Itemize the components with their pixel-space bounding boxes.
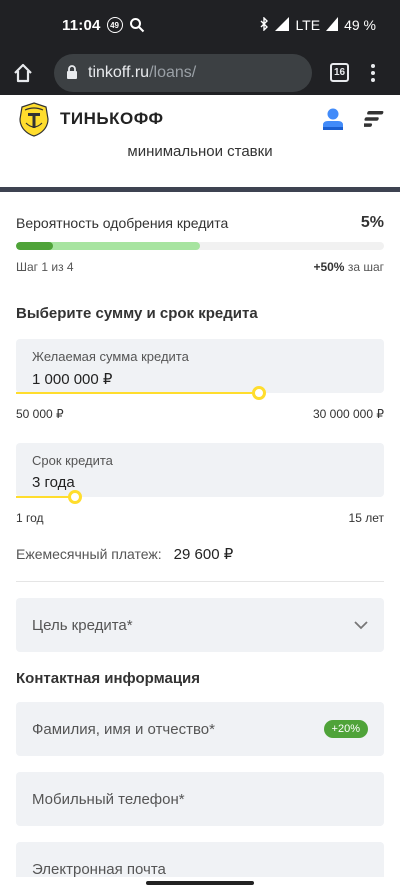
chevron-down-icon[interactable] bbox=[354, 620, 368, 630]
monthly-payment-label: Ежемесячный платеж: bbox=[16, 546, 162, 562]
approval-progress-bar bbox=[16, 242, 384, 250]
email-placeholder: Электронная почта bbox=[32, 860, 166, 878]
loan-form: Вероятность одобрения кредита 5% Шаг 1 и… bbox=[0, 214, 400, 889]
loan-term-field[interactable]: Срок кредита 3 года bbox=[16, 443, 384, 504]
loan-amount-field[interactable]: Желаемая сумма кредита 1 000 000 ₽ bbox=[16, 339, 384, 400]
brand-name[interactable]: ТИНЬКОФФ bbox=[60, 109, 164, 129]
fullname-placeholder: Фамилия, имя и отчество* bbox=[32, 720, 215, 738]
site-header: ТИНЬКОФФ bbox=[0, 95, 400, 143]
step-bonus: +50% за шаг bbox=[313, 260, 384, 274]
loan-amount-range: 50 000 ₽ 30 000 000 ₽ bbox=[16, 407, 384, 421]
loan-term-max: 15 лет bbox=[348, 511, 384, 525]
url-path: /loans/ bbox=[149, 63, 197, 81]
hamburger-icon[interactable] bbox=[364, 110, 384, 128]
loan-amount-label: Желаемая сумма кредита bbox=[32, 349, 189, 364]
lock-icon bbox=[66, 65, 78, 80]
status-time: 11:04 bbox=[62, 16, 101, 34]
loan-section-title: Выберите сумму и срок кредита bbox=[16, 305, 258, 322]
tab-switcher-button[interactable]: 16 bbox=[330, 63, 349, 82]
fullname-field[interactable]: Фамилия, имя и отчество* +20% bbox=[16, 702, 384, 756]
loan-amount-max: 30 000 000 ₽ bbox=[312, 407, 384, 421]
search-icon bbox=[129, 17, 145, 33]
loan-amount-value[interactable]: 1 000 000 ₽ bbox=[32, 370, 368, 388]
approval-label: Вероятность одобрения кредита bbox=[16, 215, 229, 231]
phone-placeholder: Мобильный телефон* bbox=[32, 790, 185, 808]
approval-row: Вероятность одобрения кредита 5% bbox=[16, 214, 384, 232]
loan-amount-slider[interactable] bbox=[16, 386, 384, 400]
approval-progress-current bbox=[16, 242, 53, 250]
loan-amount-slider-thumb[interactable] bbox=[251, 386, 266, 400]
loan-term-range: 1 год 15 лет bbox=[16, 511, 384, 525]
loan-term-slider-thumb[interactable] bbox=[67, 490, 82, 504]
network-type: LTE bbox=[295, 17, 321, 33]
url-host: tinkoff.ru bbox=[88, 63, 150, 81]
step-bonus-value: +50% bbox=[313, 260, 345, 274]
contact-section-title: Контактная информация bbox=[16, 670, 201, 687]
profile-icon[interactable] bbox=[322, 107, 344, 131]
loan-term-label: Срок кредита bbox=[32, 453, 113, 468]
step-bonus-suffix: за шаг bbox=[347, 260, 384, 274]
home-icon[interactable] bbox=[8, 62, 38, 84]
loan-term-slider[interactable] bbox=[16, 490, 384, 504]
fullname-bonus-badge: +20% bbox=[323, 720, 368, 738]
battery-icon bbox=[326, 16, 339, 34]
loan-term-value[interactable]: 3 года bbox=[32, 474, 368, 491]
loan-amount-min: 50 000 ₽ bbox=[16, 407, 64, 421]
browser-menu-icon[interactable] bbox=[371, 63, 375, 82]
phone-field[interactable]: Мобильный телефон* bbox=[16, 772, 384, 826]
notification-count-icon: 49 bbox=[106, 17, 123, 33]
signal-icon bbox=[275, 16, 290, 34]
browser-toolbar: tinkoff.ru/loans/ 16 bbox=[0, 50, 400, 95]
loan-term-min: 1 год bbox=[16, 511, 44, 525]
step-indicator: Шаг 1 из 4 bbox=[16, 260, 74, 274]
tinkoff-emblem-icon[interactable] bbox=[16, 101, 52, 137]
section-divider bbox=[0, 187, 400, 192]
loan-purpose-select[interactable]: Цель кредита* bbox=[16, 598, 384, 652]
url-bar[interactable]: tinkoff.ru/loans/ bbox=[54, 53, 312, 92]
bluetooth-icon bbox=[259, 15, 269, 34]
step-row: Шаг 1 из 4 +50% за шаг bbox=[16, 260, 384, 274]
loan-purpose-placeholder: Цель кредита* bbox=[32, 616, 133, 634]
status-bar: 11:04 49 LTE 49 % bbox=[0, 0, 400, 50]
payment-divider bbox=[16, 581, 384, 582]
monthly-payment-row: Ежемесячный платеж: 29 600 ₽ bbox=[16, 545, 384, 563]
header-actions bbox=[322, 107, 384, 131]
approval-value: 5% bbox=[360, 214, 384, 231]
loan-term-slider-fill bbox=[16, 496, 75, 498]
battery-percent: 49 % bbox=[344, 17, 376, 33]
promo-text-cutoff: минимальнои ставки bbox=[127, 143, 273, 160]
status-right: LTE 49 % bbox=[259, 15, 376, 34]
loan-amount-slider-fill bbox=[16, 392, 259, 394]
monthly-payment-value: 29 600 ₽ bbox=[173, 546, 234, 563]
gesture-nav-handle[interactable] bbox=[146, 881, 254, 885]
